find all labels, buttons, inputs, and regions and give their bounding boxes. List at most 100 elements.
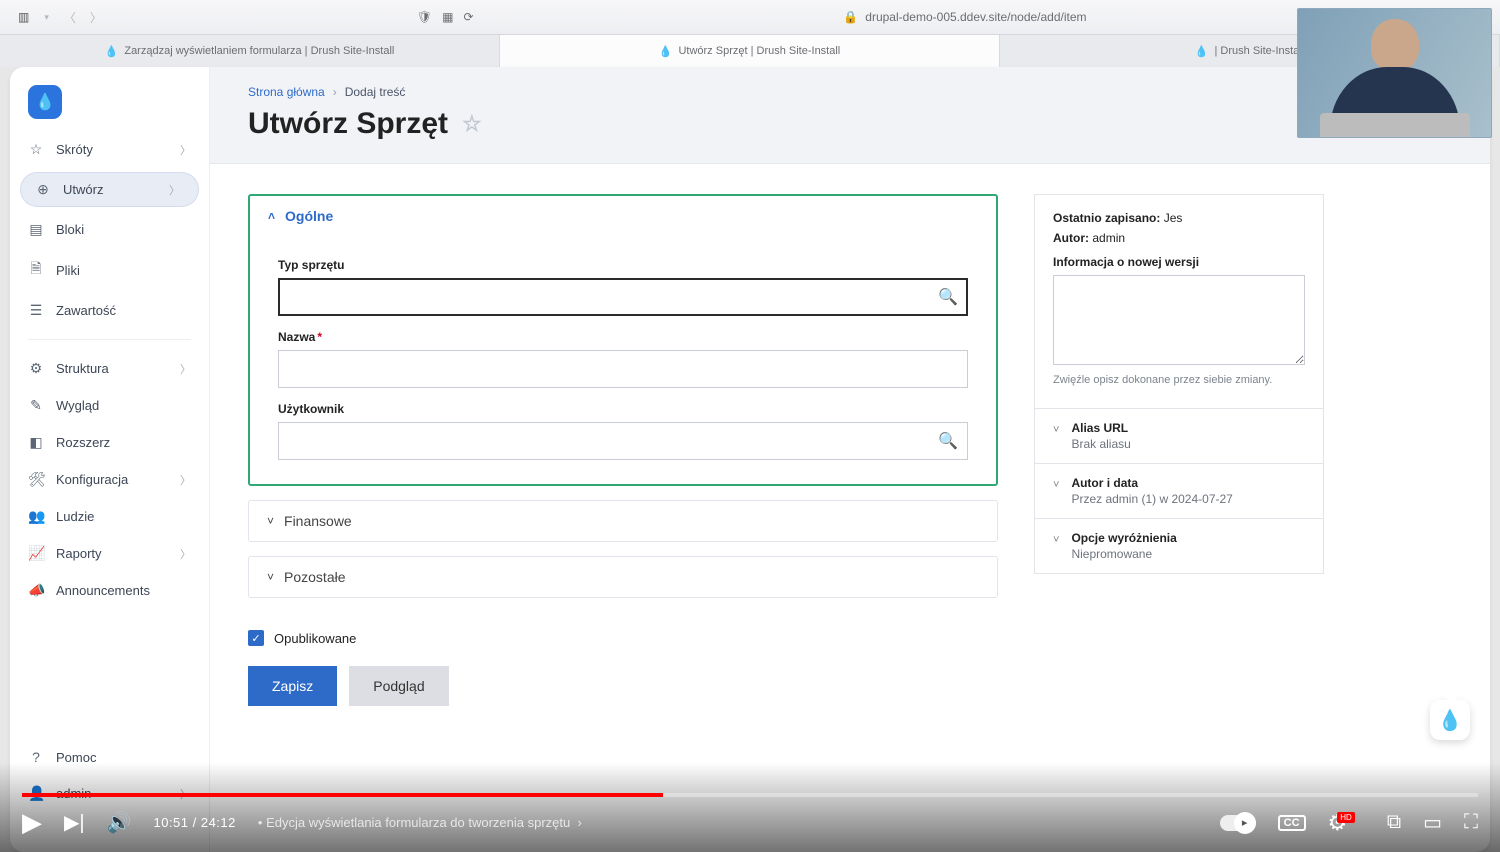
- field-typ-sprzetu: Typ sprzętu 🔍: [278, 258, 968, 316]
- miniplayer-icon[interactable]: ⧉: [1387, 811, 1401, 834]
- save-button[interactable]: Zapisz: [248, 666, 337, 706]
- app-window: 💧 ☆ Skróty 〉 ⊕ Utwórz 〉 ▤ Bloki 🗎 Pliki …: [10, 67, 1490, 852]
- title-text: Utwórz Sprzęt: [248, 107, 448, 141]
- accordion-alias-url[interactable]: ˅ Alias URL Brak aliasu: [1034, 409, 1324, 464]
- accordion-autor-data[interactable]: ˅ Autor i data Przez admin (1) w 2024-07…: [1034, 464, 1324, 519]
- breadcrumb-leaf[interactable]: Dodaj treść: [345, 85, 406, 99]
- sidebar-item-bloki[interactable]: ▤ Bloki: [10, 211, 209, 248]
- sidebar-item-konfiguracja[interactable]: 🛠 Konfiguracja 〉: [10, 461, 209, 498]
- nazwa-label: Nazwa*: [278, 330, 968, 344]
- fieldset-ogolne-header[interactable]: ˄ Ogólne: [250, 196, 996, 236]
- fieldset-finansowe-header[interactable]: ˅ Finansowe: [249, 501, 997, 541]
- shield-icon[interactable]: 🛡: [417, 10, 432, 24]
- presenter-webcam: [1297, 8, 1492, 138]
- published-checkbox[interactable]: ✓ Opublikowane: [248, 630, 998, 646]
- timecode: 10:51 / 24:12: [153, 815, 235, 830]
- grid-icon[interactable]: ▦: [442, 10, 453, 24]
- nazwa-input[interactable]: [278, 350, 968, 388]
- refresh-icon[interactable]: ⟳: [463, 10, 473, 24]
- sidebar-separator: [28, 339, 191, 340]
- settings-icon[interactable]: ⚙HD: [1328, 810, 1365, 836]
- label: Ludzie: [56, 509, 94, 524]
- tab-label-1: Utwórz Sprzęt | Drush Site-Install: [678, 45, 840, 57]
- typ-sprzetu-label: Typ sprzętu: [278, 258, 968, 272]
- breadcrumb-root[interactable]: Strona główna: [248, 85, 325, 99]
- sidebar-item-zawartosc[interactable]: ☰ Zawartość: [10, 292, 209, 329]
- volume-icon[interactable]: 🔊: [107, 810, 132, 835]
- sidebar-toggle-icon[interactable]: ▥: [18, 10, 29, 24]
- revision-log-textarea[interactable]: [1053, 275, 1305, 365]
- appearance-icon: ✎: [28, 397, 44, 414]
- fullscreen-icon[interactable]: ⛶: [1464, 811, 1478, 834]
- label: Skróty: [56, 142, 93, 157]
- uzytkownik-input[interactable]: [278, 422, 968, 460]
- author-label: Autor:: [1053, 231, 1089, 245]
- structure-icon: ⚙: [28, 360, 44, 377]
- fieldset-ogolne-label: Ogólne: [285, 208, 333, 224]
- label: Konfiguracja: [56, 472, 128, 487]
- fieldset-pozostale-header[interactable]: ˅ Pozostałe: [249, 557, 997, 597]
- search-icon: 🔍: [938, 431, 958, 451]
- form-column: ˄ Ogólne Typ sprzętu 🔍 Nazwa*: [248, 194, 998, 706]
- plus-circle-icon: ⊕: [35, 181, 51, 198]
- author-value: admin: [1092, 231, 1125, 245]
- label: Announcements: [56, 583, 150, 598]
- chevron-right-icon: 〉: [180, 472, 191, 488]
- chevron-right-icon: 〉: [180, 361, 191, 377]
- search-icon: 🔍: [938, 287, 958, 307]
- sidebar-item-pliki[interactable]: 🗎 Pliki: [10, 248, 209, 292]
- autor-sub: Przez admin (1) w 2024-07-27: [1071, 492, 1232, 506]
- chevron-down-icon: ˅: [267, 570, 274, 584]
- presenter-laptop: [1320, 113, 1470, 137]
- sidebar-item-ludzie[interactable]: 👥 Ludzie: [10, 498, 209, 535]
- drupal-logo[interactable]: 💧: [28, 85, 62, 119]
- theatre-icon[interactable]: ▭: [1423, 810, 1442, 835]
- fieldset-pozostale-label: Pozostałe: [284, 569, 345, 585]
- sidebar-item-raporty[interactable]: 📈 Raporty 〉: [10, 535, 209, 572]
- alias-title: Alias URL: [1071, 421, 1130, 435]
- back-icon[interactable]: 〈: [64, 9, 76, 26]
- chevron-down-icon: ˅: [1053, 424, 1059, 436]
- typ-sprzetu-input[interactable]: [278, 278, 968, 316]
- progress-bar[interactable]: [22, 793, 1478, 797]
- sidebar-item-struktura[interactable]: ⚙ Struktura 〉: [10, 350, 209, 387]
- play-icon[interactable]: ▶: [22, 807, 42, 838]
- channel-badge-icon[interactable]: 💧: [1430, 700, 1470, 740]
- config-icon: 🛠: [28, 471, 44, 488]
- browser-chrome: ▥ ▾ 〈 〉 🛡 ▦ ⟳ 🔒 drupal-demo-005.ddev.sit…: [0, 0, 1500, 35]
- accordion-opcje-wyroznienia[interactable]: ˅ Opcje wyróżnienia Niepromowane: [1034, 519, 1324, 574]
- preview-button[interactable]: Podgląd: [349, 666, 448, 706]
- forward-icon[interactable]: 〉: [90, 9, 102, 26]
- star-icon: ☆: [28, 141, 44, 158]
- reports-icon: 📈: [28, 545, 44, 562]
- dropdown-icon[interactable]: ▾: [44, 12, 49, 23]
- promo-title: Opcje wyróżnienia: [1071, 531, 1176, 545]
- fieldset-pozostale: ˅ Pozostałe: [248, 556, 998, 598]
- autoplay-toggle[interactable]: ▸: [1220, 815, 1256, 831]
- browser-tab-1[interactable]: 💧 Utwórz Sprzęt | Drush Site-Install: [500, 35, 1000, 67]
- url-text: drupal-demo-005.ddev.site/node/add/item: [865, 10, 1086, 24]
- label: Bloki: [56, 222, 84, 237]
- next-icon[interactable]: ▶|: [64, 810, 85, 835]
- progress-played: [22, 793, 663, 797]
- chapter-title[interactable]: • Edycja wyświetlania formularza do twor…: [258, 815, 582, 830]
- sidebar-item-wyglad[interactable]: ✎ Wygląd: [10, 387, 209, 424]
- chevron-down-icon: ˅: [1053, 534, 1059, 546]
- sidebar-item-utworz[interactable]: ⊕ Utwórz 〉: [20, 172, 199, 207]
- checkbox-checked-icon: ✓: [248, 630, 264, 646]
- saved-label: Ostatnio zapisano:: [1053, 211, 1160, 225]
- content-icon: ☰: [28, 302, 44, 319]
- blocks-icon: ▤: [28, 221, 44, 238]
- sidebar-item-skroty[interactable]: ☆ Skróty 〉: [10, 131, 209, 168]
- sidebar-item-rozszerz[interactable]: ◧ Rozszerz: [10, 424, 209, 461]
- saved-value: Jes: [1164, 211, 1183, 225]
- favourite-star-icon[interactable]: ☆: [462, 111, 482, 137]
- uzytkownik-label: Użytkownik: [278, 402, 968, 416]
- admin-sidebar: 💧 ☆ Skróty 〉 ⊕ Utwórz 〉 ▤ Bloki 🗎 Pliki …: [10, 67, 210, 852]
- browser-tab-0[interactable]: 💧 Zarządzaj wyświetlaniem formularza | D…: [0, 35, 500, 67]
- label: Struktura: [56, 361, 109, 376]
- sidebar-item-announcements[interactable]: 📣 Announcements: [10, 572, 209, 609]
- captions-icon[interactable]: CC: [1278, 815, 1306, 831]
- label: Wygląd: [56, 398, 99, 413]
- label: Rozszerz: [56, 435, 110, 450]
